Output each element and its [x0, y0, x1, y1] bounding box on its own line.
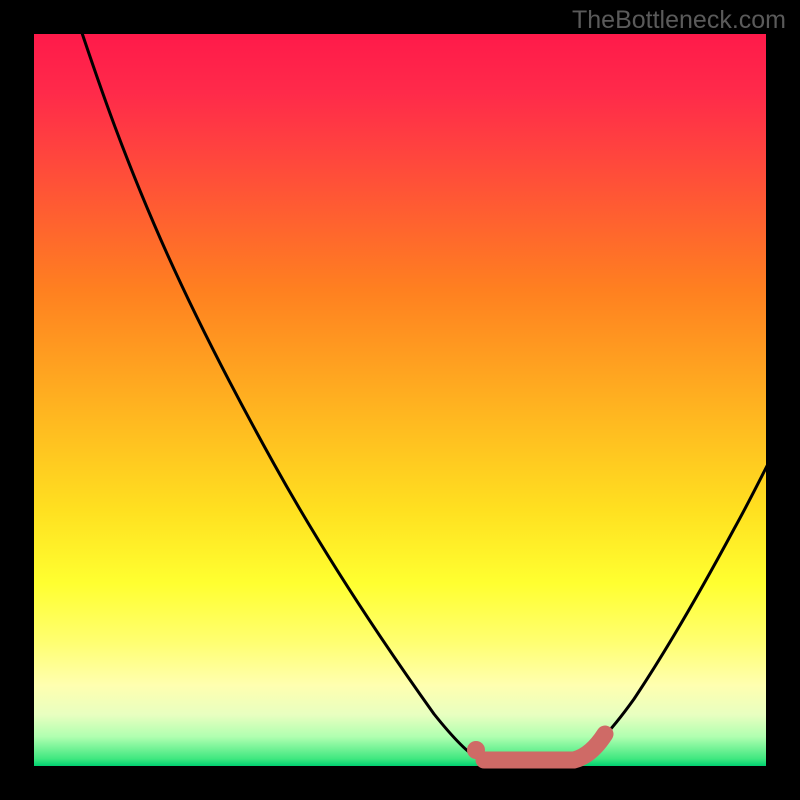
chart-svg — [34, 34, 766, 766]
watermark-text: TheBottleneck.com — [572, 6, 786, 35]
bottleneck-curve — [79, 24, 774, 760]
highlight-segment — [484, 734, 605, 760]
chart-plot-area — [34, 34, 766, 766]
